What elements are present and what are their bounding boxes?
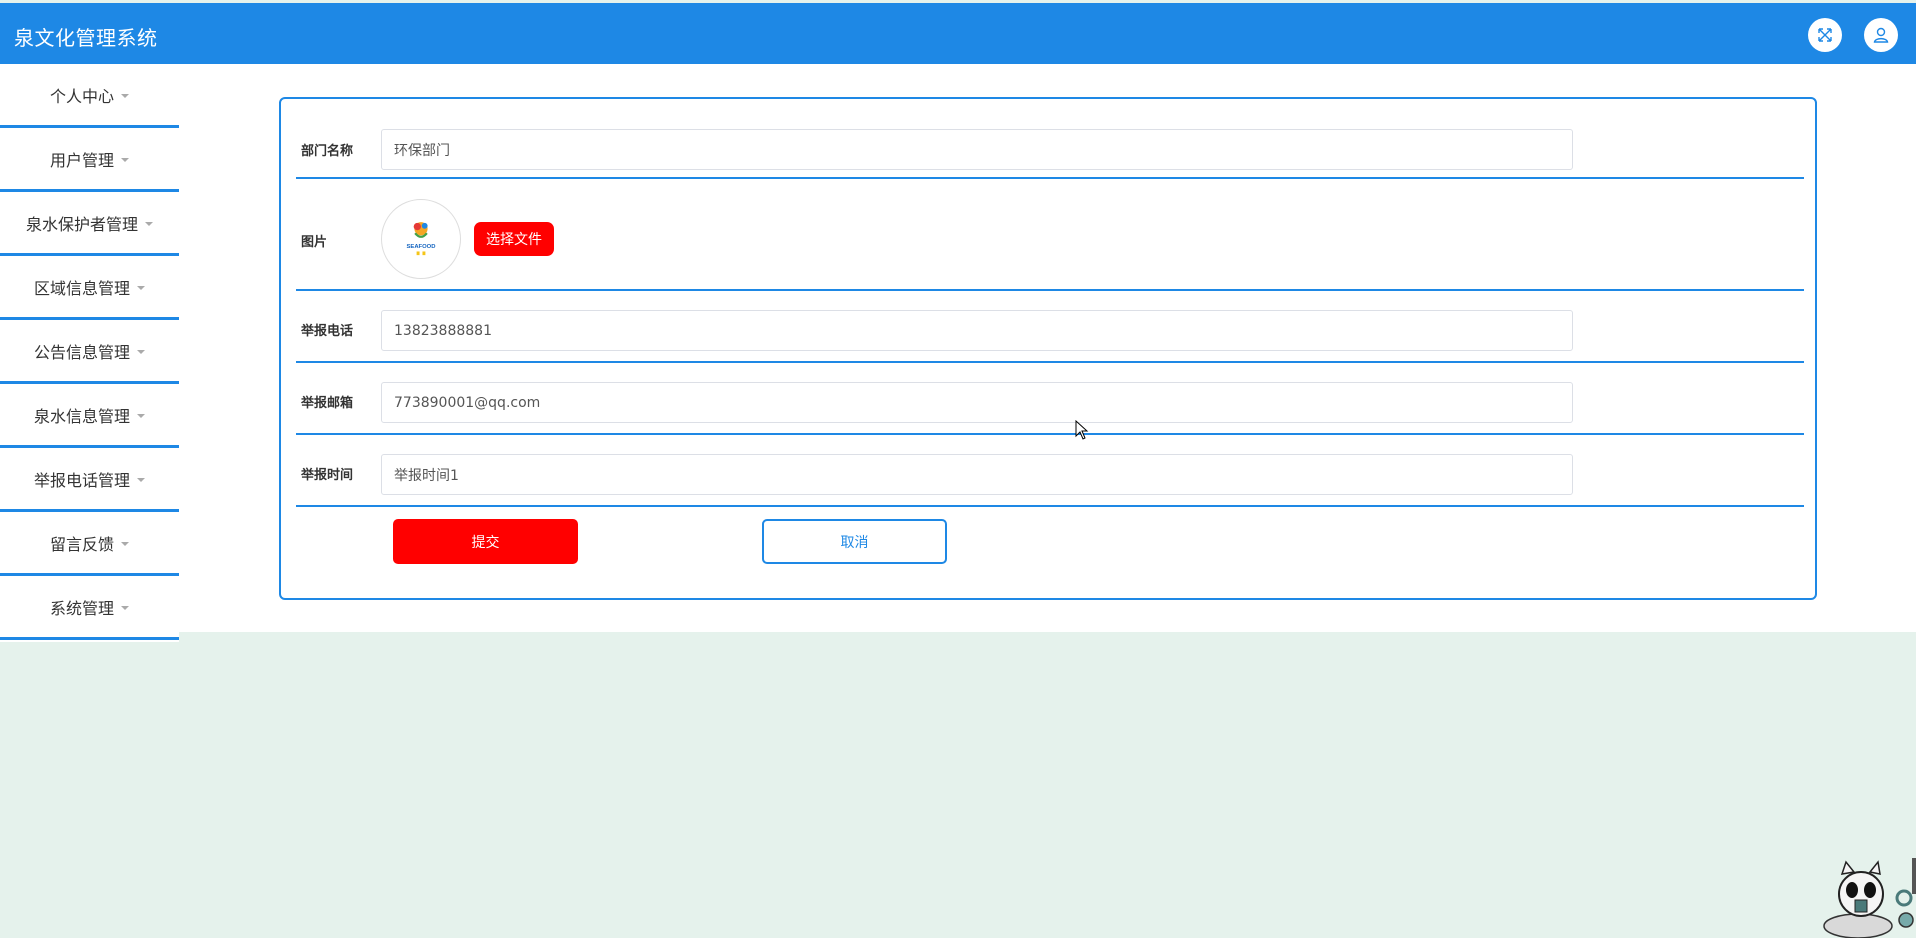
sidebar-item-user-management[interactable]: 用户管理: [0, 128, 179, 192]
caret-down-icon: [121, 541, 129, 546]
user-icon[interactable]: [1864, 18, 1898, 52]
sidebar-item-feedback[interactable]: 留言反馈: [0, 512, 179, 576]
mouse-cursor-icon: [1075, 420, 1089, 440]
top-bar: 泉文化管理系统: [0, 3, 1916, 64]
logo-text: SEAFOOD: [407, 244, 436, 250]
image-label: 图片: [301, 235, 328, 250]
sidebar-item-label: 用户管理: [49, 150, 114, 170]
caret-down-icon: [137, 477, 145, 482]
sidebar-item-spring-info-management[interactable]: 泉水信息管理: [0, 384, 179, 448]
fullscreen-icon[interactable]: [1808, 18, 1842, 52]
sidebar-item-system-management[interactable]: 系统管理: [0, 576, 179, 640]
image-row: 图片 SEAFOOD 选择文件: [296, 179, 1804, 291]
cancel-button[interactable]: 取消: [762, 519, 947, 564]
sidebar-item-label: 系统管理: [49, 598, 114, 618]
sidebar-item-notice-management[interactable]: 公告信息管理: [0, 320, 179, 384]
seafood-logo-icon: SEAFOOD: [407, 222, 436, 256]
department-input[interactable]: 环保部门: [381, 129, 1573, 170]
department-row: 部门名称 环保部门: [296, 99, 1804, 179]
image-preview: SEAFOOD: [381, 199, 461, 279]
main-content: 部门名称 环保部门 图片 SEAFOOD 选择文件 举报电话 138238888: [179, 64, 1916, 632]
caret-down-icon: [137, 349, 145, 354]
sidebar-item-label: 区域信息管理: [33, 278, 130, 298]
sidebar-item-label: 举报电话管理: [33, 470, 130, 490]
email-input[interactable]: 773890001@qq.com: [381, 382, 1573, 423]
sidebar-item-personal-center[interactable]: 个人中心: [0, 64, 179, 128]
caret-down-icon: [121, 93, 129, 98]
caret-down-icon: [137, 285, 145, 290]
sidebar-item-label: 留言反馈: [49, 534, 114, 554]
sidebar-item-spring-protector-management[interactable]: 泉水保护者管理: [0, 192, 179, 256]
caret-down-icon: [121, 605, 129, 610]
sidebar-item-label: 公告信息管理: [33, 342, 130, 362]
caret-down-icon: [145, 221, 153, 226]
submit-button[interactable]: 提交: [393, 519, 578, 564]
caret-down-icon: [137, 413, 145, 418]
email-row: 举报邮箱 773890001@qq.com: [296, 363, 1804, 435]
app-title: 泉文化管理系统: [14, 26, 158, 50]
time-input[interactable]: 举报时间1: [381, 454, 1573, 495]
sidebar-menu: 个人中心 用户管理 泉水保护者管理 区域信息管理 公告信息管理 泉水信息管理 举…: [0, 64, 179, 642]
sidebar-item-region-info-management[interactable]: 区域信息管理: [0, 256, 179, 320]
sidebar-item-label: 泉水保护者管理: [25, 214, 138, 234]
phone-input[interactable]: 13823888881: [381, 310, 1573, 351]
sidebar-item-report-phone-management[interactable]: 举报电话管理: [0, 448, 179, 512]
department-label: 部门名称: [301, 144, 354, 159]
choose-file-button[interactable]: 选择文件: [474, 222, 554, 256]
sidebar-item-label: 个人中心: [49, 86, 114, 106]
time-row: 举报时间 举报时间1: [296, 435, 1804, 507]
phone-row: 举报电话 13823888881: [296, 291, 1804, 363]
phone-label: 举报电话: [301, 324, 354, 339]
cat-mascot-icon: [1823, 858, 1916, 938]
sidebar-item-label: 泉水信息管理: [33, 406, 130, 426]
time-label: 举报时间: [301, 468, 354, 483]
edit-form-card: 部门名称 环保部门 图片 SEAFOOD 选择文件 举报电话 138238888: [279, 97, 1817, 600]
caret-down-icon: [121, 157, 129, 162]
email-label: 举报邮箱: [301, 396, 354, 411]
